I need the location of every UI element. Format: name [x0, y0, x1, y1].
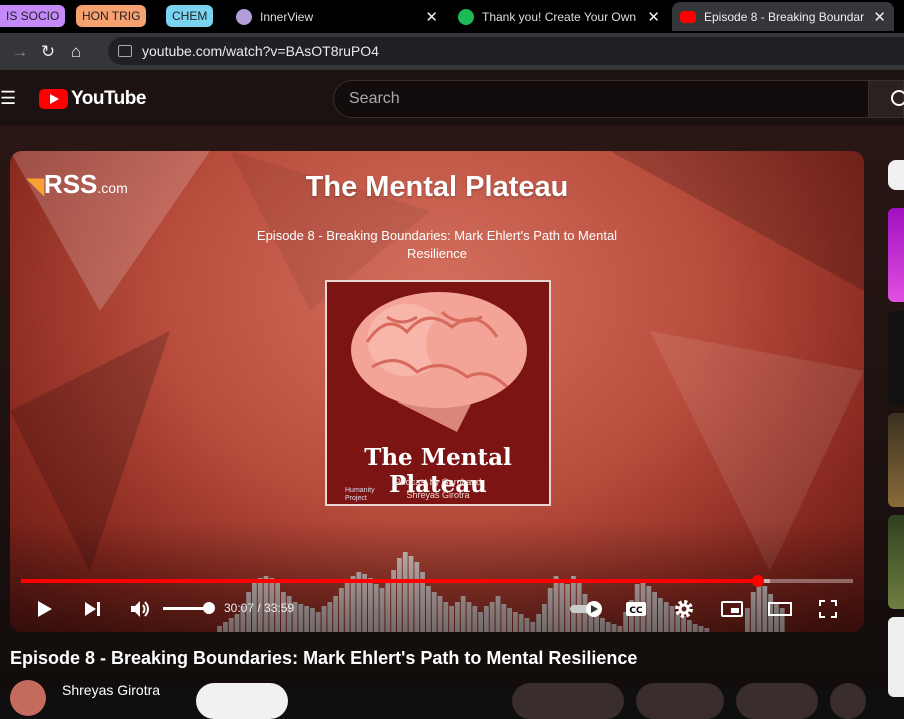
episode-subtitle: Episode 8 - Breaking Boundaries: Mark Eh…: [256, 228, 618, 261]
fullscreen-button[interactable]: [814, 591, 842, 627]
search-placeholder: Search: [349, 90, 400, 107]
skip-next-icon: [85, 602, 100, 616]
svg-text:CC: CC: [629, 606, 643, 616]
bookmark-is-socio[interactable]: IS SOCIO: [0, 5, 66, 27]
show-title: The Mental Plateau: [305, 171, 569, 203]
youtube-wordmark: YouTube: [71, 88, 146, 109]
youtube-header: ☰ YouTube Search: [0, 70, 904, 126]
closed-captions-icon: CC: [626, 602, 646, 616]
youtube-logo[interactable]: YouTube: [39, 88, 146, 110]
volume-handle[interactable]: [203, 602, 215, 614]
progress-bar[interactable]: [21, 575, 853, 587]
youtube-favicon-icon: [680, 10, 696, 23]
forward-arrow-icon[interactable]: →: [6, 42, 34, 62]
bookmark-chem[interactable]: CHEM: [166, 5, 214, 27]
close-tab-icon[interactable]: ✕: [647, 8, 660, 26]
video-title: Episode 8 - Breaking Boundaries: Mark Eh…: [10, 648, 638, 668]
cover-logo-line-1: Humanity: [345, 487, 375, 494]
like-dislike-button[interactable]: [512, 683, 624, 719]
related-video-thumbnail[interactable]: [888, 413, 904, 507]
theater-mode-button[interactable]: [766, 591, 794, 627]
fullscreen-icon: [819, 600, 837, 618]
progress-fill: [21, 579, 759, 583]
spotify-favicon-icon: [458, 8, 474, 25]
play-button[interactable]: [30, 591, 58, 627]
bookmark-label: CHEM: [172, 9, 208, 23]
player-controls: 30:07 / 33:59 CC: [10, 591, 864, 627]
tab-thank-you[interactable]: Thank you! Create Your Own ✕: [450, 2, 668, 31]
browser-tab-strip: IS SOCIO HON TRIG CHEM InnerView ✕ Thank…: [0, 0, 904, 33]
gear-icon: [675, 600, 693, 618]
close-tab-icon[interactable]: ✕: [873, 8, 886, 26]
search-input[interactable]: Search: [333, 80, 869, 118]
related-video-thumbnail[interactable]: [888, 311, 904, 405]
captions-button[interactable]: CC: [622, 591, 650, 627]
theater-mode-icon: [768, 602, 792, 616]
mute-button[interactable]: [126, 591, 154, 627]
humanity-project-logo: Humanity Project: [333, 487, 375, 503]
video-player[interactable]: ◥ RSS .com The Mental Plateau Episode 8 …: [10, 151, 864, 632]
hamburger-menu-icon[interactable]: ☰: [0, 88, 16, 109]
play-icon: [38, 601, 52, 617]
tab-title: Thank you! Create Your Own: [482, 9, 637, 24]
share-button[interactable]: [636, 683, 724, 719]
url-text: youtube.com/watch?v=BAsOT8ruPO4: [142, 43, 379, 59]
reload-icon[interactable]: ↻: [34, 42, 62, 62]
close-tab-icon[interactable]: ✕: [425, 8, 438, 26]
more-actions-button[interactable]: [830, 683, 866, 719]
autoplay-toggle[interactable]: [566, 591, 606, 627]
cover-logo-line-2: Project: [345, 495, 367, 502]
settings-button[interactable]: [670, 591, 698, 627]
tab-episode-8[interactable]: Episode 8 - Breaking Boundar ✕: [672, 2, 894, 31]
subscribe-button[interactable]: [196, 683, 288, 719]
home-icon[interactable]: ⌂: [62, 42, 90, 62]
podcast-cover-art: The Mental Plateau Podcast by Gargi and …: [325, 280, 551, 506]
youtube-play-logo-icon: [39, 89, 68, 109]
browser-toolbar: → ↻ ⌂ youtube.com/watch?v=BAsOT8ruPO4: [0, 33, 904, 70]
related-video-thumbnail[interactable]: [888, 515, 904, 609]
innerview-favicon-icon: [236, 8, 252, 25]
tab-innerview[interactable]: InnerView ✕: [228, 2, 446, 31]
volume-icon: [131, 601, 149, 617]
autoplay-icon: [570, 601, 602, 617]
related-video-thumbnail[interactable]: [888, 617, 904, 697]
bookmark-hon-trig[interactable]: HON TRIG: [76, 5, 147, 27]
time-display: 30:07 / 33:59: [224, 601, 295, 615]
channel-avatar[interactable]: [10, 680, 46, 716]
search-icon: [891, 90, 904, 106]
tab-title: Episode 8 - Breaking Boundar: [704, 9, 865, 24]
next-button[interactable]: [78, 591, 106, 627]
related-video-thumbnail[interactable]: [888, 208, 904, 302]
channel-name[interactable]: Shreyas Girotra: [62, 682, 160, 698]
miniplayer-button[interactable]: [718, 591, 746, 627]
search-button[interactable]: [868, 80, 904, 118]
download-button[interactable]: [736, 683, 818, 719]
bookmark-label: IS SOCIO: [6, 9, 60, 23]
bookmark-label: HON TRIG: [82, 9, 141, 23]
site-info-icon[interactable]: [118, 45, 132, 57]
sidebar-filter-chip[interactable]: [888, 160, 904, 190]
brain-icon: [351, 292, 527, 432]
tab-title: InnerView: [260, 9, 314, 24]
address-bar[interactable]: youtube.com/watch?v=BAsOT8ruPO4: [108, 37, 904, 65]
miniplayer-icon: [721, 601, 743, 617]
